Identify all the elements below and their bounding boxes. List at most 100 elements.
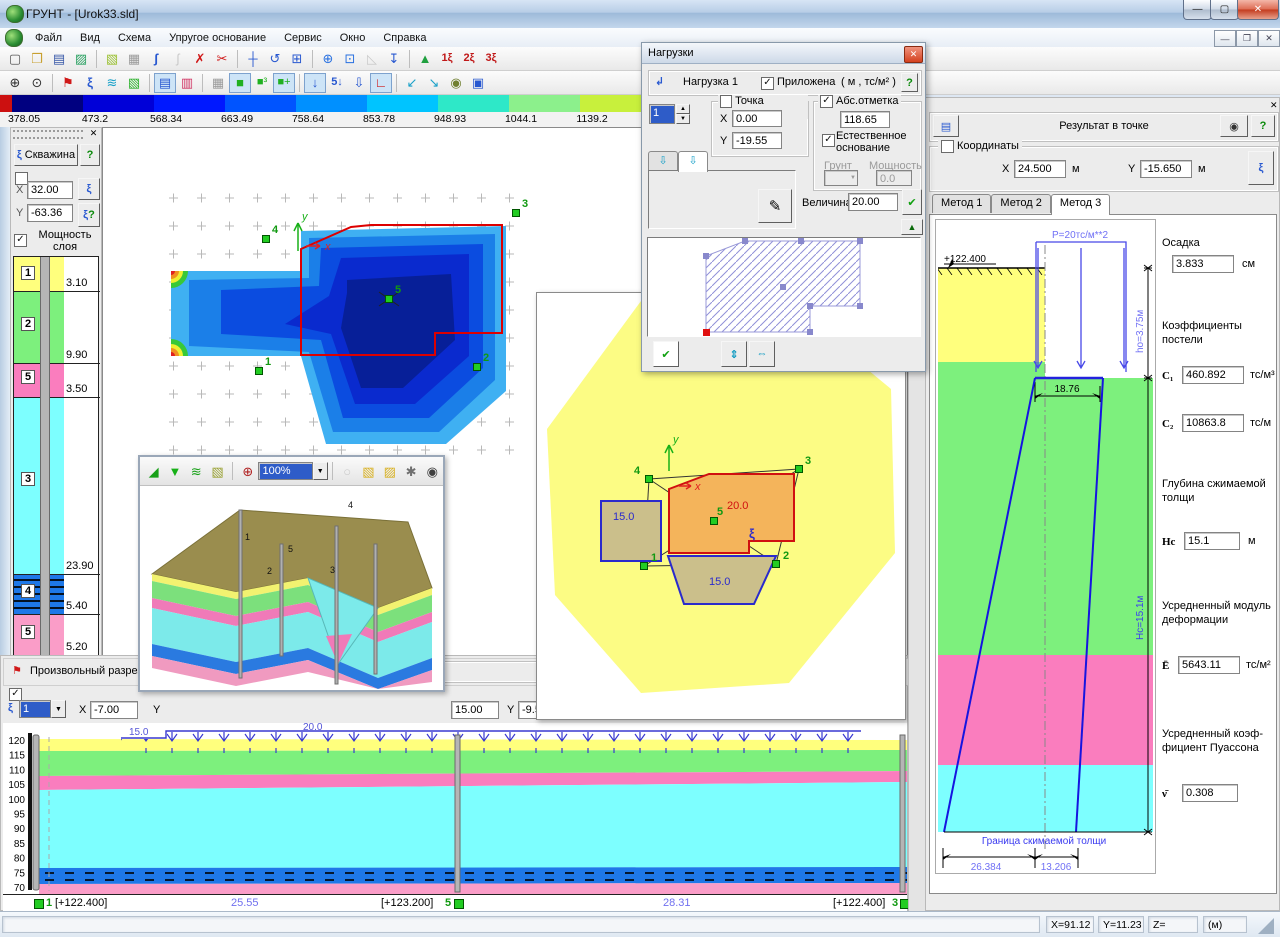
resize-grip[interactable]	[1258, 918, 1274, 934]
zoom-window-icon[interactable]: ⊙	[26, 73, 48, 93]
edit-scheme-icon[interactable]: ▧	[101, 49, 123, 69]
result-y-field[interactable]: -15.650	[1140, 160, 1192, 178]
legend-icon[interactable]: ▤	[154, 73, 176, 93]
thickness-checkbox[interactable]: ✓	[14, 234, 27, 247]
applied-checkbox[interactable]: ✓	[761, 77, 774, 90]
nu-field[interactable]: 0.308	[1182, 784, 1238, 802]
mdi-close-button[interactable]: ✕	[1258, 30, 1280, 47]
cube-wire-icon[interactable]: ▨	[379, 461, 400, 481]
panel-close-icon[interactable]: ✕	[87, 128, 100, 140]
slope-icon[interactable]: ◺	[361, 49, 383, 69]
loads-dialog[interactable]: Нагрузки ✕ ↲ Нагрузка 1 ✓ Приложена ( м …	[641, 42, 926, 372]
menu-elastic-base[interactable]: Упругое основание	[160, 30, 275, 46]
abs-elevation-field[interactable]: 118.65	[840, 111, 890, 128]
borehole-y-field[interactable]: -63.36	[27, 204, 73, 222]
help-button[interactable]: ?	[901, 73, 918, 92]
close-button[interactable]: ✕	[1237, 0, 1279, 20]
coords-checkbox[interactable]	[941, 140, 954, 153]
mdi-restore-button[interactable]: ❐	[1236, 30, 1258, 47]
minimize-button[interactable]: —	[1183, 0, 1212, 20]
e-field[interactable]: 5643.11	[1178, 656, 1240, 674]
snapshot-icon[interactable]: ◉	[422, 461, 443, 481]
axes-icon[interactable]: ┼	[242, 49, 264, 69]
menu-scheme[interactable]: Схема	[109, 30, 160, 46]
relief-icon[interactable]: ▲	[414, 49, 436, 69]
points-icon[interactable]: ■	[229, 73, 251, 93]
borehole-x-field[interactable]: 32.00	[27, 181, 73, 199]
orbit-icon[interactable]: ○	[336, 461, 357, 481]
zoom-dropdown-icon[interactable]: ▼	[313, 462, 328, 480]
spin-up-icon[interactable]: ▲	[676, 104, 690, 114]
section-index-spinner[interactable]: 1	[19, 700, 51, 718]
thickness-field[interactable]: 0.0	[876, 170, 912, 186]
isolines-icon[interactable]: ≋	[101, 73, 123, 93]
maximize-button[interactable]: ▢	[1210, 0, 1239, 20]
borehole-icon[interactable]: ξ	[79, 73, 101, 93]
menu-window[interactable]: Окно	[331, 30, 375, 46]
save-layout-icon[interactable]: ⊞	[286, 49, 308, 69]
anchor-y-field[interactable]: -19.55	[732, 132, 782, 149]
borehole-info-button[interactable]: ξ?	[78, 203, 100, 227]
spring-3-icon[interactable]: 3ξ	[480, 49, 502, 69]
magnitude-apply-icon[interactable]: ✔	[902, 189, 922, 215]
tab-method-3[interactable]: Метод 3	[1051, 194, 1110, 215]
undo-icon[interactable]: ↺	[264, 49, 286, 69]
panel-close-icon[interactable]: ✕	[1270, 100, 1278, 111]
apply-shape-button[interactable]: ✔	[653, 341, 679, 367]
print-map-icon[interactable]: ▨	[70, 49, 92, 69]
save-icon[interactable]: ▤	[48, 49, 70, 69]
mdi-minimize-button[interactable]: —	[1214, 30, 1236, 47]
zoom-icon[interactable]: ⊕	[237, 461, 258, 481]
load-index-field[interactable]: 1	[649, 104, 675, 124]
edit-pencil-button[interactable]: ✎	[758, 189, 792, 223]
expand-up-icon[interactable]: ▲	[901, 219, 923, 235]
flip-vertical-button[interactable]: ⇕	[721, 341, 747, 367]
help-button[interactable]: ?	[1251, 115, 1275, 137]
load-5-icon[interactable]: 5↓	[326, 73, 348, 93]
tab-method-2[interactable]: Метод 2	[991, 194, 1050, 213]
borehole-edit-icon[interactable]: ʃ	[167, 49, 189, 69]
new-icon[interactable]: ▢	[4, 49, 26, 69]
c2-field[interactable]: 10863.8	[1182, 414, 1244, 432]
menu-view[interactable]: Вид	[71, 30, 109, 46]
zoom-select[interactable]: 100%	[258, 462, 312, 480]
loads-dialog-titlebar[interactable]: Нагрузки ✕	[642, 43, 925, 64]
origin-handle[interactable]	[703, 329, 710, 336]
abs-checkbox[interactable]: ✓	[820, 95, 833, 108]
view-layers-icon[interactable]: ≋	[186, 461, 207, 481]
add-point-icon[interactable]: ■+	[273, 73, 295, 93]
cube-solid-icon[interactable]: ▧	[358, 461, 379, 481]
soil-select[interactable]: ▼	[824, 170, 858, 186]
load-move-right-icon[interactable]: ↘	[423, 73, 445, 93]
cut-icon[interactable]: ✂	[211, 49, 233, 69]
anchor-x-field[interactable]: 0.00	[732, 110, 782, 127]
colorscale-icon[interactable]: ▥	[176, 73, 198, 93]
settlement-field[interactable]: 3.833	[1172, 255, 1234, 273]
snapshot-button[interactable]: ◉	[1220, 115, 1248, 137]
view-rotate-icon[interactable]: ◢	[143, 461, 164, 481]
tab-load-vertical[interactable]: ⇩	[648, 151, 678, 170]
spring-1-icon[interactable]: 1ξ	[436, 49, 458, 69]
dialog-close-icon[interactable]: ✕	[904, 46, 923, 63]
borehole-button[interactable]: ξ Скважина	[14, 144, 78, 166]
result-window-icon[interactable]: ▣	[467, 73, 489, 93]
view-texture-icon[interactable]: ▧	[207, 461, 228, 481]
spring-button[interactable]: ξ	[1248, 151, 1274, 185]
flip-horizontal-button[interactable]: ⇔	[749, 341, 775, 367]
spin-down-icon[interactable]: ▼	[676, 114, 690, 124]
pan-icon[interactable]: ⊡	[339, 49, 361, 69]
zoom-in-icon[interactable]: ⊕	[4, 73, 26, 93]
spring-2-icon[interactable]: 2ξ	[458, 49, 480, 69]
view-top-icon[interactable]: ▼	[164, 461, 185, 481]
center-icon[interactable]: ⊕	[317, 49, 339, 69]
open-icon[interactable]: ❒	[26, 49, 48, 69]
axes-corner-icon[interactable]: ∟	[370, 73, 392, 93]
load-arrow-icon[interactable]: ↧	[383, 49, 405, 69]
anchor-checkbox[interactable]	[720, 95, 732, 108]
menu-service[interactable]: Сервис	[275, 30, 331, 46]
grid-icon[interactable]: ▦	[207, 73, 229, 93]
model3d-icon[interactable]: ▧	[123, 73, 145, 93]
borehole-pick-button[interactable]: ξ	[78, 178, 100, 200]
borehole-help-button[interactable]: ?	[80, 144, 100, 166]
borehole-delete-icon[interactable]: ✗	[189, 49, 211, 69]
